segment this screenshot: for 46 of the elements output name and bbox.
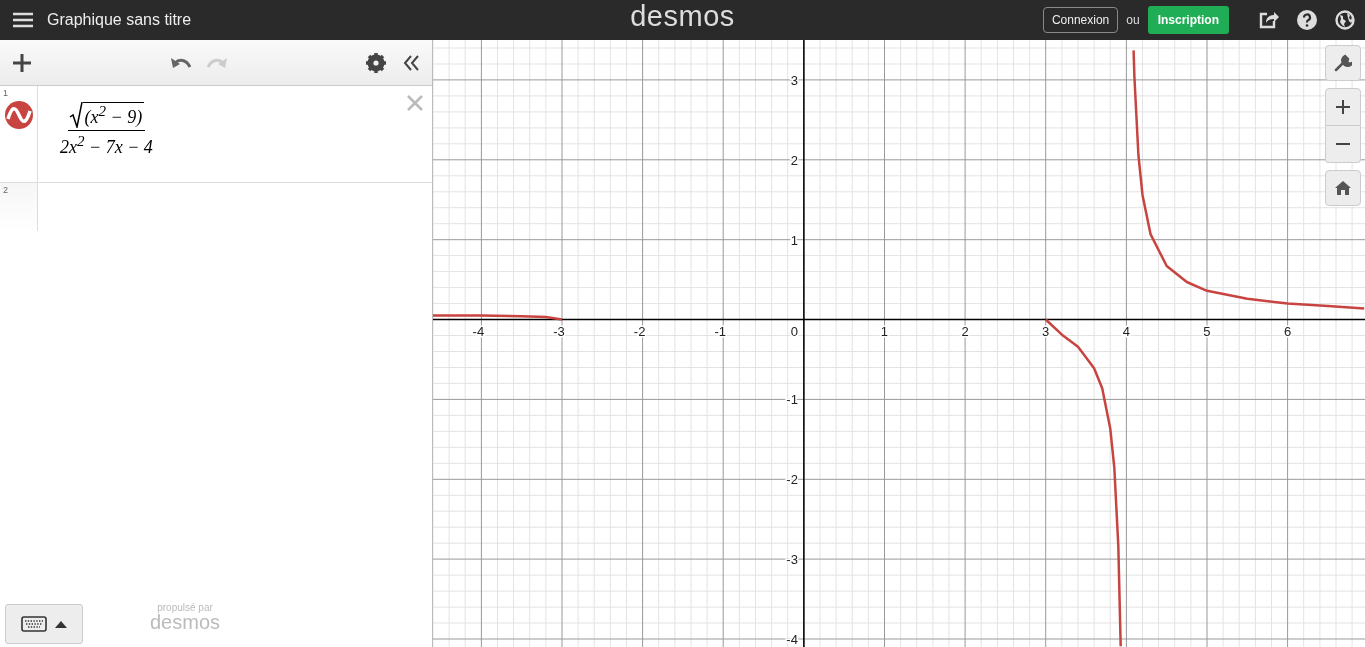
keyboard-icon [21,616,47,632]
logo: desmos [630,0,735,33]
plus-icon [1336,100,1350,114]
keyboard-button[interactable] [5,604,83,644]
settings-wrench-button[interactable] [1325,45,1361,81]
add-icon[interactable] [12,52,32,73]
settings-icon[interactable] [366,52,386,73]
axis-tick-label: 3 [1042,323,1050,339]
globe-icon[interactable] [1335,10,1355,30]
caret-icon [55,620,67,628]
expression-number: 1 [3,88,8,98]
axis-tick-label: 4 [1122,323,1130,339]
origin-label: 0 [790,323,798,339]
wrench-icon [1334,54,1352,72]
zoom-out-button[interactable] [1325,126,1361,163]
axis-tick-label: -4 [786,632,798,647]
axis-tick-label: 2 [790,152,798,168]
powered-by-label: propulsé par [157,602,213,613]
login-button[interactable]: Connexion [1042,7,1119,33]
share-icon[interactable] [1259,10,1279,30]
axis-tick-label: -1 [714,323,726,339]
axis-tick-label: 5 [1203,323,1211,339]
axis-tick-label: -2 [786,472,798,488]
zoom-in-button[interactable] [1325,88,1361,126]
math-expression[interactable]: (x$^{2}$ − 9) 2x$^{2}$ − 7x − 4 [60,102,153,158]
expression-number: 2 [3,185,8,195]
graph-style-icon[interactable] [4,100,34,130]
axis-tick-label: -4 [472,323,485,339]
axis-tick-label: -1 [786,392,798,408]
brand-label: desmos [150,613,221,631]
axis-tick-label: 2 [961,323,969,339]
radical-sign-icon [68,102,83,128]
graph-title: Graphique sans titre [47,11,192,29]
home-button[interactable] [1325,170,1361,206]
axis-tick-label: 1 [790,232,798,248]
home-icon [1335,181,1351,195]
axis-tick-label: -2 [633,323,646,339]
or-label: ou [1126,13,1140,27]
axis-tick-label: 1 [880,323,889,339]
axis-tick-label: -3 [786,552,798,568]
help-icon[interactable] [1297,10,1317,30]
axis-tick-label: -3 [553,323,565,339]
axis-tick-label: 6 [1284,323,1292,339]
menu-icon[interactable] [13,12,33,28]
collapse-icon[interactable] [402,53,420,72]
axis-tick-label: 3 [790,72,798,88]
